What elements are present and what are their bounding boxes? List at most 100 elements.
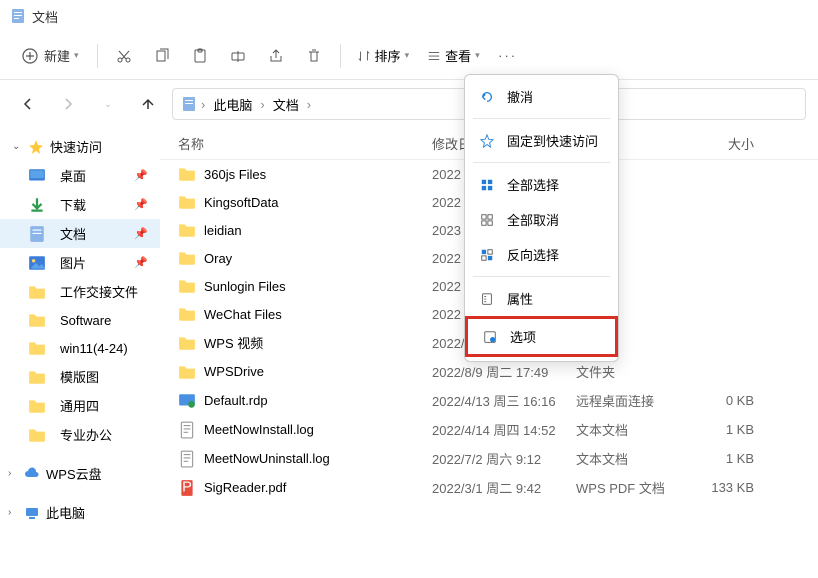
sidebar-item[interactable]: win11(4-24) bbox=[0, 334, 160, 362]
menu-pin[interactable]: 固定到快速访问 bbox=[465, 123, 618, 158]
view-label: 查看 bbox=[445, 46, 471, 65]
rename-icon bbox=[230, 48, 246, 64]
sidebar-item-label: 文档 bbox=[60, 224, 86, 243]
delete-button[interactable] bbox=[296, 38, 332, 74]
file-name: leidian bbox=[204, 223, 432, 238]
recent-button[interactable]: ⌄ bbox=[92, 88, 124, 120]
sidebar-item-label: 下载 bbox=[60, 195, 86, 214]
up-button[interactable] bbox=[132, 88, 164, 120]
chevron-right-icon: › bbox=[8, 468, 18, 479]
cut-button[interactable] bbox=[106, 38, 142, 74]
pin-icon: 📌 bbox=[134, 169, 148, 182]
scissors-icon bbox=[116, 48, 132, 64]
invert-icon bbox=[479, 247, 495, 263]
folder-icon bbox=[178, 305, 196, 323]
file-name: MeetNowUninstall.log bbox=[204, 451, 432, 466]
sidebar-item[interactable]: 模版图 bbox=[0, 362, 160, 391]
crumb-root[interactable]: 此电脑 bbox=[209, 93, 256, 116]
menu-label: 全部取消 bbox=[507, 210, 559, 229]
file-type: 文本文档 bbox=[576, 420, 694, 439]
sidebar-item[interactable]: Software bbox=[0, 306, 160, 334]
sort-icon bbox=[357, 49, 371, 63]
menu-options[interactable]: 选项 bbox=[465, 316, 618, 357]
new-label: 新建 bbox=[44, 46, 70, 65]
rename-button[interactable] bbox=[220, 38, 256, 74]
plus-circle-icon bbox=[22, 48, 38, 64]
sidebar-label: 此电脑 bbox=[46, 503, 85, 522]
context-menu: 撤消 固定到快速访问 全部选择 全部取消 反向选择 属性 选项 bbox=[464, 74, 619, 362]
folder-icon bbox=[178, 334, 196, 352]
chevron-down-icon: ⌄ bbox=[104, 99, 112, 110]
file-row[interactable]: MeetNowInstall.log2022/4/14 周四 14:52文本文档… bbox=[160, 415, 818, 444]
star-icon bbox=[28, 139, 44, 155]
menu-properties[interactable]: 属性 bbox=[465, 281, 618, 316]
separator bbox=[340, 44, 341, 68]
crumb-current[interactable]: 文档 bbox=[269, 93, 303, 116]
file-size: 0 KB bbox=[694, 393, 754, 408]
file-name: WPSDrive bbox=[204, 364, 432, 379]
folder-icon bbox=[28, 339, 46, 357]
file-row[interactable]: PSigReader.pdf2022/3/1 周二 9:42WPS PDF 文档… bbox=[160, 473, 818, 502]
share-button[interactable] bbox=[258, 38, 294, 74]
chevron-right-icon: › bbox=[201, 97, 205, 112]
sidebar: ⌄ 快速访问 桌面📌 下载 📌 文档 📌 图片📌工作交接文件 Software win11(4… bbox=[0, 128, 160, 578]
arrow-right-icon bbox=[60, 96, 76, 112]
col-size[interactable]: 大小 bbox=[694, 134, 754, 153]
sidebar-item[interactable]: 专业办公 bbox=[0, 420, 160, 449]
pdf-icon: P bbox=[178, 479, 196, 497]
copy-button[interactable] bbox=[144, 38, 180, 74]
more-button[interactable]: ··· bbox=[490, 38, 526, 74]
file-date: 2022/7/2 周六 9:12 bbox=[432, 449, 576, 468]
file-row[interactable]: MeetNowUninstall.log2022/7/2 周六 9:12文本文档… bbox=[160, 444, 818, 473]
menu-select-all[interactable]: 全部选择 bbox=[465, 167, 618, 202]
sidebar-item[interactable]: 文档 📌 bbox=[0, 219, 160, 248]
pin-star-icon bbox=[479, 133, 495, 149]
window-title: 文档 bbox=[32, 7, 58, 26]
view-button[interactable]: 查看 ▾ bbox=[419, 40, 488, 71]
file-row[interactable]: Default.rdp2022/4/13 周三 16:16远程桌面连接0 KB bbox=[160, 386, 818, 415]
pin-icon: 📌 bbox=[134, 198, 148, 211]
new-button[interactable]: 新建 ▾ bbox=[12, 40, 89, 71]
menu-undo[interactable]: 撤消 bbox=[465, 79, 618, 114]
menu-invert[interactable]: 反向选择 bbox=[465, 237, 618, 272]
chevron-right-icon: › bbox=[260, 97, 264, 112]
file-type: WPS PDF 文档 bbox=[576, 478, 694, 497]
chevron-down-icon: ⌄ bbox=[12, 141, 22, 152]
options-icon bbox=[482, 329, 498, 345]
sidebar-item-label: 通用四 bbox=[60, 396, 99, 415]
back-button[interactable] bbox=[12, 88, 44, 120]
folder-icon bbox=[28, 426, 46, 444]
sidebar-wps[interactable]: › WPS云盘 bbox=[0, 459, 160, 488]
sort-button[interactable]: 排序 ▾ bbox=[349, 40, 418, 71]
folder-icon bbox=[28, 397, 46, 415]
file-size: 1 KB bbox=[694, 451, 754, 466]
file-date: 2022/4/14 周四 14:52 bbox=[432, 420, 576, 439]
paste-button[interactable] bbox=[182, 38, 218, 74]
sort-label: 排序 bbox=[375, 46, 401, 65]
file-date: 2022/3/1 周二 9:42 bbox=[432, 478, 576, 497]
undo-icon bbox=[479, 89, 495, 105]
main: ⌄ 快速访问 桌面📌 下载 📌 文档 📌 图片📌工作交接文件 Software win11(4… bbox=[0, 128, 818, 578]
sidebar-item-label: Software bbox=[60, 313, 111, 328]
sidebar-quick-access[interactable]: ⌄ 快速访问 bbox=[0, 132, 160, 161]
col-name[interactable]: 名称 bbox=[178, 134, 432, 153]
nav-row: ⌄ › 此电脑 › 文档 › bbox=[0, 80, 818, 128]
menu-deselect-all[interactable]: 全部取消 bbox=[465, 202, 618, 237]
menu-label: 属性 bbox=[507, 289, 533, 308]
desktop-icon bbox=[28, 167, 46, 185]
sidebar-item-label: 专业办公 bbox=[60, 425, 112, 444]
sidebar-item[interactable]: 下载 📌 bbox=[0, 190, 160, 219]
file-size: 133 KB bbox=[694, 480, 754, 495]
sidebar-item[interactable]: 图片📌 bbox=[0, 248, 160, 277]
sidebar-item[interactable]: 桌面📌 bbox=[0, 161, 160, 190]
txt-icon bbox=[178, 421, 196, 439]
sidebar-item[interactable]: 工作交接文件 bbox=[0, 277, 160, 306]
sidebar-thispc[interactable]: › 此电脑 bbox=[0, 498, 160, 527]
menu-label: 反向选择 bbox=[507, 245, 559, 264]
pin-icon: 📌 bbox=[134, 227, 148, 240]
folder-icon bbox=[178, 363, 196, 381]
file-name: WPS 视频 bbox=[204, 333, 432, 352]
forward-button[interactable] bbox=[52, 88, 84, 120]
pc-icon bbox=[24, 505, 40, 521]
sidebar-item[interactable]: 通用四 bbox=[0, 391, 160, 420]
